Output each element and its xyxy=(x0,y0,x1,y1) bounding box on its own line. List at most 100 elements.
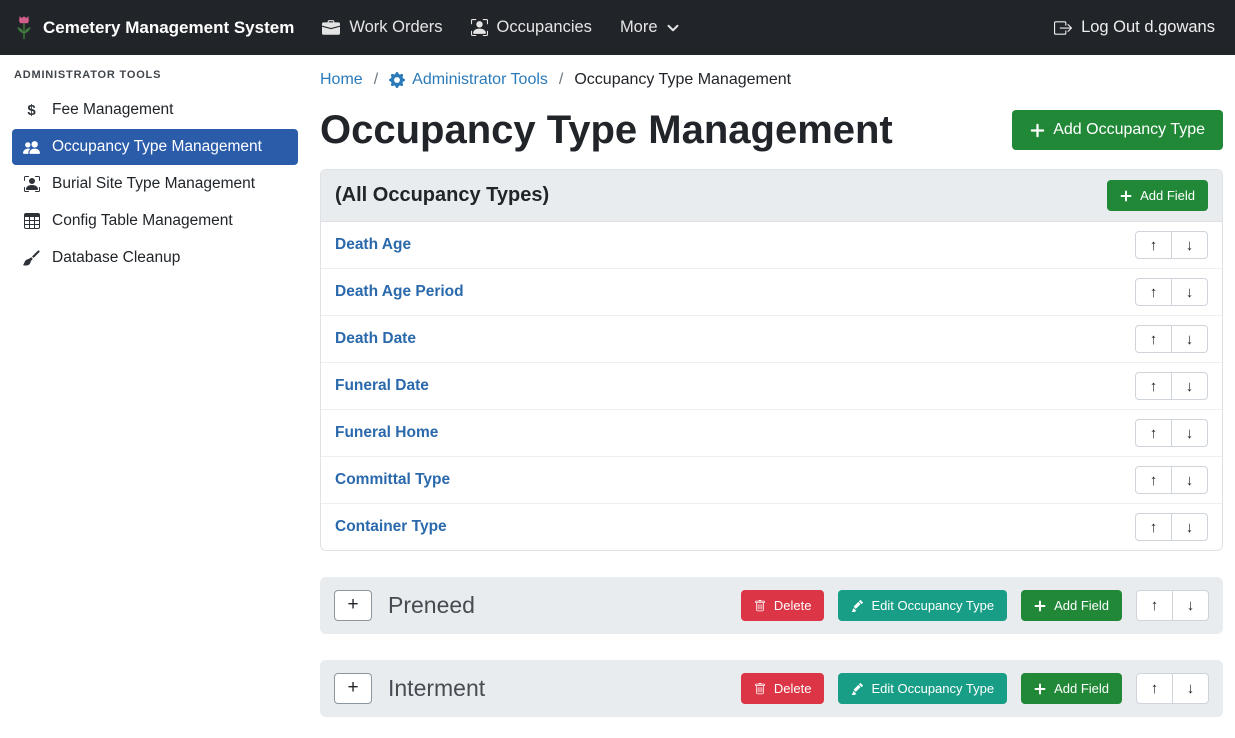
field-row: Funeral Home ↑ ↓ xyxy=(321,410,1222,457)
move-down-button[interactable]: ↓ xyxy=(1171,372,1208,400)
arrow-down-icon: ↓ xyxy=(1187,680,1195,697)
sidebar-item-label: Occupancy Type Management xyxy=(52,138,262,156)
field-link[interactable]: Committal Type xyxy=(335,471,450,489)
plus-icon xyxy=(1034,683,1046,695)
sidebar-item-database-cleanup[interactable]: Database Cleanup xyxy=(12,240,298,276)
field-link[interactable]: Funeral Home xyxy=(335,424,438,442)
logout-link[interactable]: Log Out d.gowans xyxy=(1048,10,1221,45)
field-link[interactable]: Funeral Date xyxy=(335,377,429,395)
title-row: Occupancy Type Management Add Occupancy … xyxy=(320,107,1223,153)
arrow-down-icon: ↓ xyxy=(1186,425,1194,442)
plus-icon: + xyxy=(347,594,358,616)
add-field-button[interactable]: Add Field xyxy=(1021,590,1122,621)
edit-occupancy-type-button[interactable]: Edit Occupancy Type xyxy=(838,590,1007,621)
trash-icon xyxy=(754,683,766,695)
reorder-button-group: ↑ ↓ xyxy=(1135,513,1208,541)
plus-icon xyxy=(1120,190,1132,202)
move-up-button[interactable]: ↑ xyxy=(1136,673,1173,704)
breadcrumb-administrator-tools[interactable]: Administrator Tools xyxy=(389,71,548,89)
breadcrumb-home[interactable]: Home xyxy=(320,71,363,89)
field-row: Container Type ↑ ↓ xyxy=(321,504,1222,550)
field-link[interactable]: Death Age xyxy=(335,236,411,254)
pencil-icon xyxy=(851,600,863,612)
section-name: Interment xyxy=(388,675,727,702)
page-title: Occupancy Type Management xyxy=(320,107,893,153)
add-occupancy-type-button[interactable]: Add Occupancy Type xyxy=(1012,110,1223,150)
move-down-button[interactable]: ↓ xyxy=(1172,673,1209,704)
users-icon xyxy=(22,139,41,156)
expand-section-button[interactable]: + xyxy=(334,673,372,704)
nav-label: More xyxy=(620,18,658,37)
sidebar-item-occupancy-type-management[interactable]: Occupancy Type Management xyxy=(12,129,298,165)
move-down-button[interactable]: ↓ xyxy=(1171,419,1208,447)
all-occupancy-types-card: (All Occupancy Types) Add Field Death Ag… xyxy=(320,169,1223,551)
nav-item-work-orders[interactable]: Work Orders xyxy=(308,10,456,45)
sidebar-item-fee-management[interactable]: $ Fee Management xyxy=(12,92,298,128)
arrow-up-icon: ↑ xyxy=(1150,378,1158,395)
field-link[interactable]: Death Date xyxy=(335,330,416,348)
delete-button[interactable]: Delete xyxy=(741,590,825,621)
main-content: Home / Administrator Tools / Occupancy T… xyxy=(310,55,1235,738)
field-row: Death Age ↑ ↓ xyxy=(321,222,1222,269)
move-up-button[interactable]: ↑ xyxy=(1136,590,1173,621)
delete-button[interactable]: Delete xyxy=(741,673,825,704)
sidebar-item-burial-site-type-management[interactable]: Burial Site Type Management xyxy=(12,166,298,202)
reorder-button-group: ↑ ↓ xyxy=(1136,673,1209,704)
button-label: Delete xyxy=(774,599,812,612)
arrow-up-icon: ↑ xyxy=(1151,680,1159,697)
nav-label: Work Orders xyxy=(349,18,442,37)
add-field-button[interactable]: Add Field xyxy=(1021,673,1122,704)
move-up-button[interactable]: ↑ xyxy=(1135,513,1172,541)
button-label: Edit Occupancy Type xyxy=(871,599,994,612)
app-brand[interactable]: Cemetery Management System xyxy=(14,14,294,41)
nav-item-occupancies[interactable]: Occupancies xyxy=(457,10,606,45)
edit-occupancy-type-button[interactable]: Edit Occupancy Type xyxy=(838,673,1007,704)
card-header: (All Occupancy Types) Add Field xyxy=(321,170,1222,222)
occupancy-type-section-preneed: + Preneed Delete Edit Occupancy Type Add… xyxy=(320,577,1223,634)
main-nav: Work Orders Occupancies More xyxy=(308,10,692,45)
field-link[interactable]: Death Age Period xyxy=(335,283,464,301)
breadcrumb-separator: / xyxy=(559,71,563,89)
move-up-button[interactable]: ↑ xyxy=(1135,372,1172,400)
move-down-button[interactable]: ↓ xyxy=(1171,513,1208,541)
nav-label: Occupancies xyxy=(497,18,592,37)
plus-icon: + xyxy=(347,677,358,699)
pencil-icon xyxy=(851,683,863,695)
app-title: Cemetery Management System xyxy=(43,18,294,38)
field-link[interactable]: Container Type xyxy=(335,518,447,536)
occupancy-type-section-interment: + Interment Delete Edit Occupancy Type A… xyxy=(320,660,1223,717)
button-label: Edit Occupancy Type xyxy=(871,682,994,695)
move-down-button[interactable]: ↓ xyxy=(1171,231,1208,259)
sidebar-item-label: Fee Management xyxy=(52,101,174,119)
move-down-button[interactable]: ↓ xyxy=(1172,590,1209,621)
nav-item-more[interactable]: More xyxy=(606,10,693,45)
arrow-up-icon: ↑ xyxy=(1150,425,1158,442)
move-down-button[interactable]: ↓ xyxy=(1171,466,1208,494)
move-up-button[interactable]: ↑ xyxy=(1135,419,1172,447)
move-down-button[interactable]: ↓ xyxy=(1171,278,1208,306)
breadcrumb: Home / Administrator Tools / Occupancy T… xyxy=(320,71,1223,89)
page-layout: Administrator Tools $ Fee Management Occ… xyxy=(0,55,1235,738)
move-up-button[interactable]: ↑ xyxy=(1135,466,1172,494)
add-field-button[interactable]: Add Field xyxy=(1107,180,1208,211)
expand-section-button[interactable]: + xyxy=(334,590,372,621)
sidebar-item-label: Config Table Management xyxy=(52,212,233,230)
chevron-down-icon xyxy=(667,22,679,34)
move-up-button[interactable]: ↑ xyxy=(1135,278,1172,306)
person-bounding-box-icon xyxy=(471,19,488,36)
sidebar-item-label: Burial Site Type Management xyxy=(52,175,255,193)
sidebar-item-config-table-management[interactable]: Config Table Management xyxy=(12,203,298,239)
logout-icon xyxy=(1054,19,1072,37)
button-label: Add Field xyxy=(1054,682,1109,695)
move-up-button[interactable]: ↑ xyxy=(1135,325,1172,353)
admin-sidebar: Administrator Tools $ Fee Management Occ… xyxy=(0,55,310,738)
button-label: Add Field xyxy=(1140,189,1195,202)
move-down-button[interactable]: ↓ xyxy=(1171,325,1208,353)
flower-logo-icon xyxy=(14,14,34,41)
move-up-button[interactable]: ↑ xyxy=(1135,231,1172,259)
top-navbar: Cemetery Management System Work Orders O… xyxy=(0,0,1235,55)
card-title: (All Occupancy Types) xyxy=(335,184,549,207)
breadcrumb-label: Home xyxy=(320,71,363,89)
breadcrumb-label: Administrator Tools xyxy=(412,71,548,89)
dollar-icon: $ xyxy=(22,102,41,119)
